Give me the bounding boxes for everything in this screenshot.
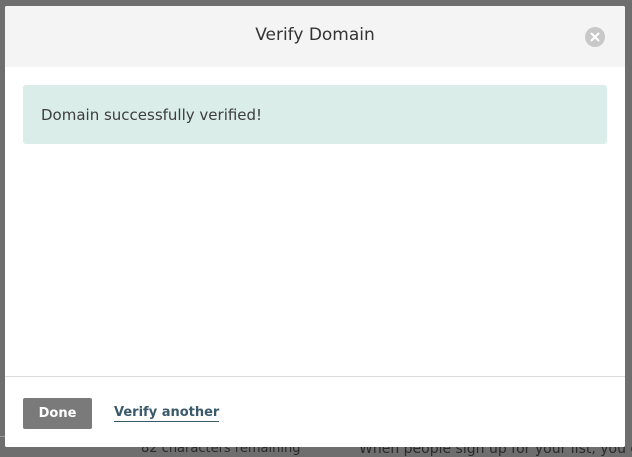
close-icon (590, 32, 600, 42)
modal-header: Verify Domain (5, 6, 625, 67)
done-button[interactable]: Done (23, 398, 92, 429)
verify-another-link[interactable]: Verify another (114, 405, 220, 422)
modal-title: Verify Domain (255, 25, 375, 45)
success-alert: Domain successfully verified! (23, 85, 607, 144)
modal-footer: Done Verify another (5, 376, 625, 447)
close-button[interactable] (585, 27, 605, 47)
verify-domain-modal: Verify Domain Domain successfully verifi… (5, 6, 625, 447)
alert-message: Domain successfully verified! (41, 106, 263, 124)
